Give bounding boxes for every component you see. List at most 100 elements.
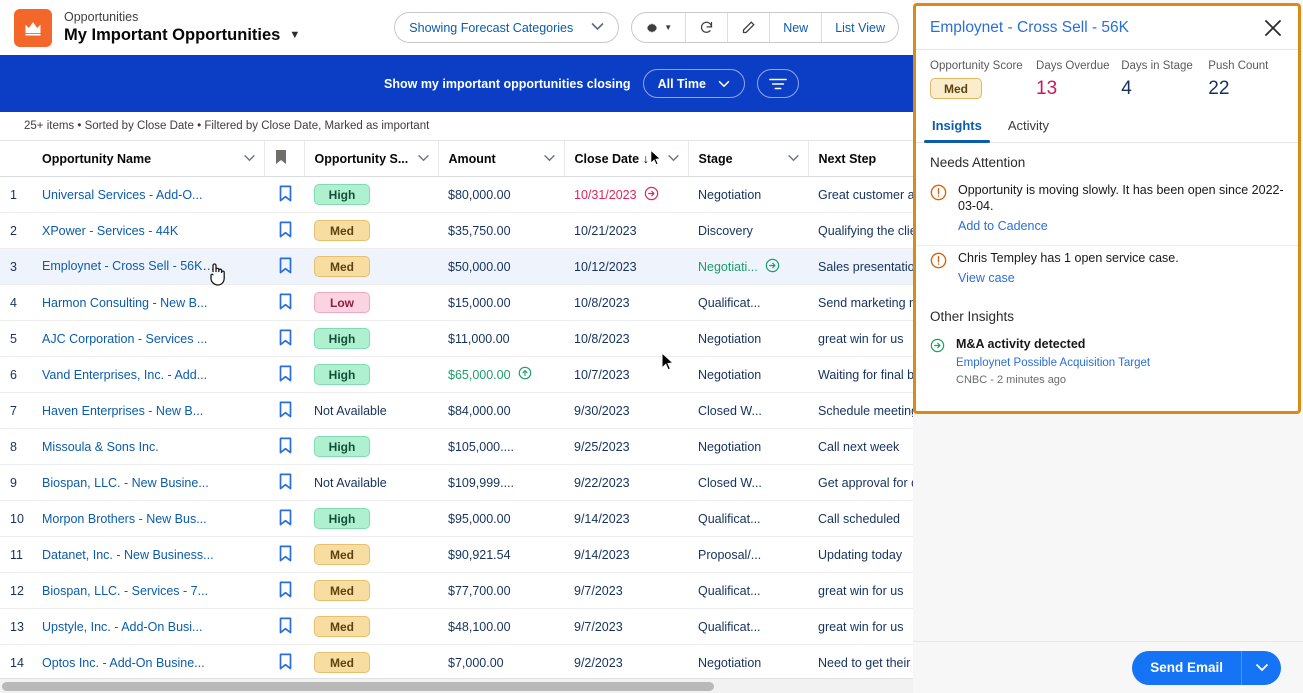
table-row[interactable]: 14Optos Inc. - Add-On Busine...Med$7,000… bbox=[0, 645, 913, 679]
cell-opportunity-name[interactable]: Datanet, Inc. - New Business... bbox=[32, 537, 264, 573]
column-header-stage[interactable]: Stage bbox=[688, 141, 808, 177]
cell-bookmark[interactable] bbox=[264, 393, 304, 429]
filter-lines-icon[interactable] bbox=[757, 69, 799, 98]
opportunity-name-link[interactable]: XPower - Services - 44K bbox=[42, 224, 178, 238]
table-row[interactable]: 13Upstyle, Inc. - Add-On Busi...Med$48,1… bbox=[0, 609, 913, 645]
send-email-button[interactable]: Send Email bbox=[1132, 651, 1241, 685]
scrollbar-thumb[interactable] bbox=[2, 682, 714, 691]
opportunity-name-link[interactable]: Haven Enterprises - New B... bbox=[42, 404, 203, 418]
cell-opportunity-name[interactable]: Harmon Consulting - New B... bbox=[32, 285, 264, 321]
cell-opportunity-name[interactable]: Universal Services - Add-O... bbox=[32, 177, 264, 213]
column-header-amount[interactable]: Amount bbox=[438, 141, 564, 177]
bookmark-icon[interactable] bbox=[279, 437, 292, 457]
table-row[interactable]: 8Missoula & Sons Inc.High$105,000....9/2… bbox=[0, 429, 913, 465]
list-settings-button[interactable]: ▼ bbox=[632, 13, 686, 42]
bookmark-icon[interactable] bbox=[279, 509, 292, 529]
cell-bookmark[interactable] bbox=[264, 249, 304, 285]
bookmark-icon[interactable] bbox=[279, 581, 292, 601]
cell-bookmark[interactable] bbox=[264, 213, 304, 249]
chevron-down-icon[interactable] bbox=[243, 154, 256, 164]
opportunities-table-container[interactable]: Opportunity Name Opportunity bbox=[0, 140, 913, 678]
cell-opportunity-name[interactable]: Upstyle, Inc. - Add-On Busi... bbox=[32, 609, 264, 645]
opportunity-name-link[interactable]: Biospan, LLC. - Services - 7... bbox=[42, 584, 208, 598]
new-button[interactable]: New bbox=[770, 13, 822, 42]
chevron-down-icon[interactable] bbox=[1241, 651, 1281, 685]
time-range-select[interactable]: All Time bbox=[643, 69, 745, 98]
insight-source-link[interactable]: Employnet Possible Acquisition Target bbox=[956, 357, 1150, 369]
opportunity-name-link[interactable]: Missoula & Sons Inc. bbox=[42, 440, 159, 454]
opportunity-name-link[interactable]: Harmon Consulting - New B... bbox=[42, 296, 207, 310]
bookmark-icon[interactable] bbox=[279, 473, 292, 493]
table-row[interactable]: 3Employnet - Cross Sell - 56KMed$50,000.… bbox=[0, 249, 913, 285]
close-icon[interactable] bbox=[1260, 15, 1286, 41]
column-header-next-step[interactable]: Next Step bbox=[808, 141, 913, 177]
cell-opportunity-name[interactable]: Biospan, LLC. - New Busine... bbox=[32, 465, 264, 501]
column-header-opportunity-score[interactable]: Opportunity S... bbox=[304, 141, 438, 177]
chevron-down-icon[interactable] bbox=[543, 154, 556, 164]
cell-bookmark[interactable] bbox=[264, 285, 304, 321]
insight-action-link[interactable]: Add to Cadence bbox=[958, 219, 1284, 233]
chevron-down-icon[interactable] bbox=[787, 154, 800, 164]
table-row[interactable]: 11Datanet, Inc. - New Business...Med$90,… bbox=[0, 537, 913, 573]
opportunity-name-link[interactable]: Upstyle, Inc. - Add-On Busi... bbox=[42, 620, 202, 634]
opportunity-name-link[interactable]: Optos Inc. - Add-On Busine... bbox=[42, 656, 205, 670]
table-row[interactable]: 9Biospan, LLC. - New Busine...Not Availa… bbox=[0, 465, 913, 501]
cell-bookmark[interactable] bbox=[264, 501, 304, 537]
insight-action-link[interactable]: View case bbox=[958, 271, 1179, 285]
cell-opportunity-name[interactable]: Optos Inc. - Add-On Busine... bbox=[32, 645, 264, 679]
edit-pencil-button[interactable] bbox=[728, 13, 770, 42]
column-header-close-date[interactable]: Close Date ↓ bbox=[564, 141, 688, 177]
cell-bookmark[interactable] bbox=[264, 645, 304, 679]
chevron-down-icon[interactable] bbox=[667, 154, 680, 164]
cell-opportunity-name[interactable]: Employnet - Cross Sell - 56K bbox=[32, 249, 264, 285]
bookmark-icon[interactable] bbox=[279, 545, 292, 565]
table-row[interactable]: 6Vand Enterprises, Inc. - Add...High$65,… bbox=[0, 357, 913, 393]
horizontal-scrollbar[interactable] bbox=[0, 678, 913, 693]
bookmark-icon[interactable] bbox=[279, 329, 292, 349]
bookmark-icon[interactable] bbox=[279, 401, 292, 421]
tab-activity[interactable]: Activity bbox=[1006, 112, 1051, 142]
cell-opportunity-name[interactable]: AJC Corporation - Services ... bbox=[32, 321, 264, 357]
bookmark-icon[interactable] bbox=[279, 293, 292, 313]
chevron-down-icon[interactable]: ▼ bbox=[289, 25, 300, 46]
cell-bookmark[interactable] bbox=[264, 177, 304, 213]
bookmark-icon[interactable] bbox=[279, 365, 292, 385]
chevron-down-icon[interactable] bbox=[417, 154, 430, 164]
cell-bookmark[interactable] bbox=[264, 573, 304, 609]
opportunity-name-link[interactable]: Vand Enterprises, Inc. - Add... bbox=[42, 368, 207, 382]
cell-opportunity-name[interactable]: Morpon Brothers - New Bus... bbox=[32, 501, 264, 537]
tab-insights[interactable]: Insights bbox=[930, 112, 984, 142]
bookmark-icon[interactable] bbox=[279, 221, 292, 241]
bookmark-icon[interactable] bbox=[279, 257, 292, 277]
table-row[interactable]: 1Universal Services - Add-O...High$80,00… bbox=[0, 177, 913, 213]
cell-bookmark[interactable] bbox=[264, 537, 304, 573]
cell-bookmark[interactable] bbox=[264, 321, 304, 357]
bookmark-icon[interactable] bbox=[279, 185, 292, 205]
cell-opportunity-name[interactable]: XPower - Services - 44K bbox=[32, 213, 264, 249]
opportunity-name-link[interactable]: Datanet, Inc. - New Business... bbox=[42, 548, 214, 562]
table-row[interactable]: 7Haven Enterprises - New B...Not Availab… bbox=[0, 393, 913, 429]
opportunity-name-link[interactable]: AJC Corporation - Services ... bbox=[42, 332, 207, 346]
table-row[interactable]: 10Morpon Brothers - New Bus...High$95,00… bbox=[0, 501, 913, 537]
cell-bookmark[interactable] bbox=[264, 465, 304, 501]
inline-edit-pencil-icon[interactable] bbox=[239, 257, 256, 277]
bookmark-icon[interactable] bbox=[279, 653, 292, 673]
table-row[interactable]: 4Harmon Consulting - New B...Low$15,000.… bbox=[0, 285, 913, 321]
opportunity-name-link[interactable]: Morpon Brothers - New Bus... bbox=[42, 512, 207, 526]
list-title[interactable]: My Important Opportunities ▼ bbox=[64, 25, 300, 46]
table-row[interactable]: 2XPower - Services - 44KMed$35,750.0010/… bbox=[0, 213, 913, 249]
list-view-button[interactable]: List View bbox=[822, 13, 898, 42]
opportunity-name-link[interactable]: Biospan, LLC. - New Busine... bbox=[42, 476, 209, 490]
opportunity-name-link[interactable]: Universal Services - Add-O... bbox=[42, 188, 202, 202]
cell-bookmark[interactable] bbox=[264, 429, 304, 465]
panel-title[interactable]: Employnet - Cross Sell - 56K bbox=[930, 19, 1129, 37]
opportunity-name-link[interactable]: Employnet - Cross Sell - 56K bbox=[42, 259, 215, 273]
cell-opportunity-name[interactable]: Haven Enterprises - New B... bbox=[32, 393, 264, 429]
cell-opportunity-name[interactable]: Vand Enterprises, Inc. - Add... bbox=[32, 357, 264, 393]
bookmark-icon[interactable] bbox=[279, 617, 292, 637]
cell-bookmark[interactable] bbox=[264, 357, 304, 393]
cell-opportunity-name[interactable]: Biospan, LLC. - Services - 7... bbox=[32, 573, 264, 609]
column-header-opportunity-name[interactable]: Opportunity Name bbox=[32, 141, 264, 177]
table-row[interactable]: 12Biospan, LLC. - Services - 7...Med$77,… bbox=[0, 573, 913, 609]
table-row[interactable]: 5AJC Corporation - Services ...High$11,0… bbox=[0, 321, 913, 357]
